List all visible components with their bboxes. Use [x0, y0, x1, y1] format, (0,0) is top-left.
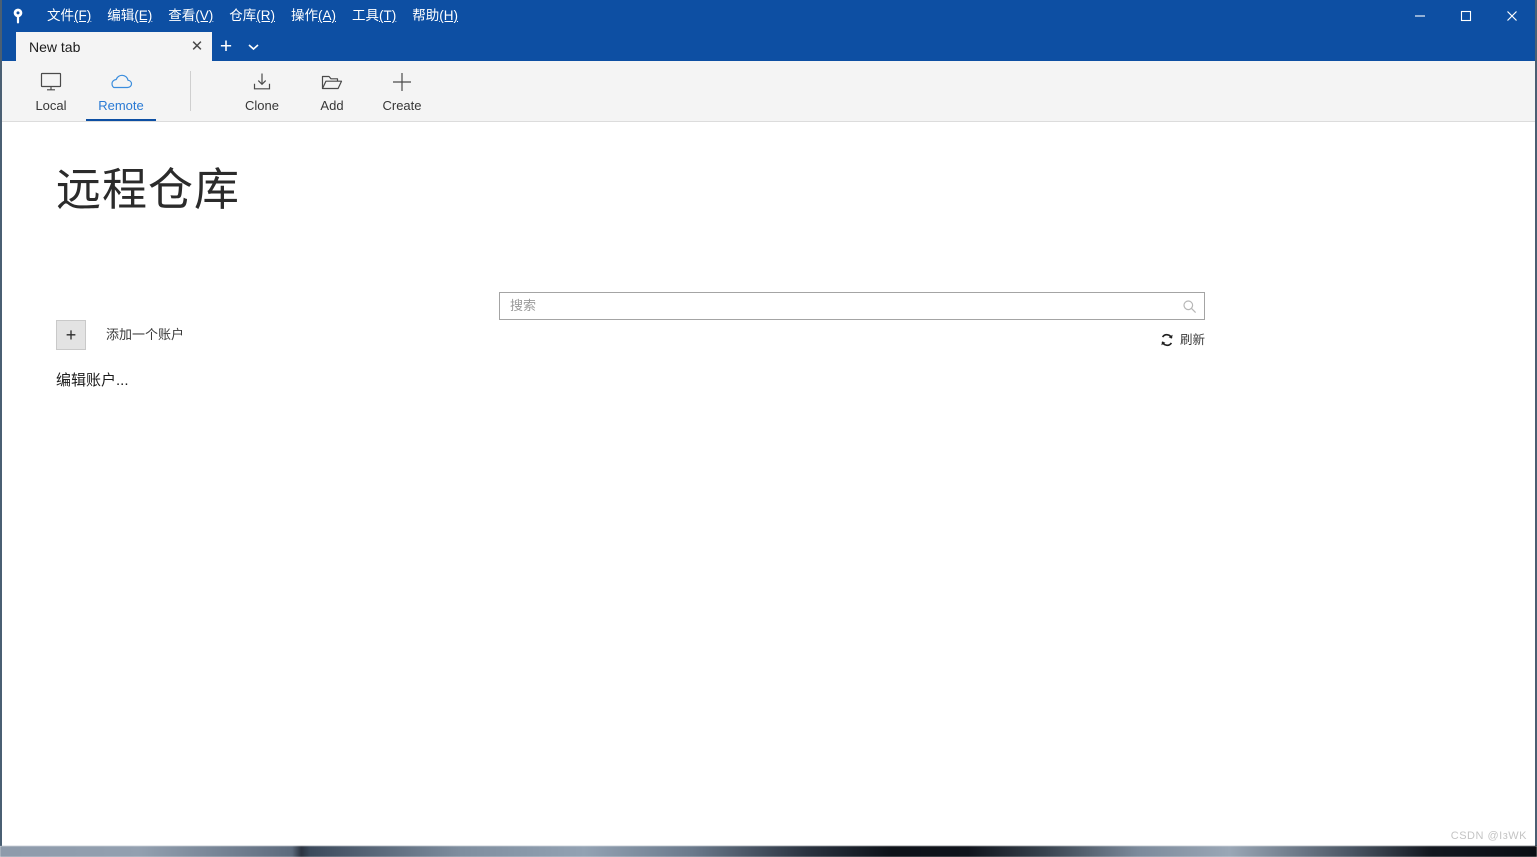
watermark: CSDN @ІзWK	[1450, 830, 1527, 842]
toolbar-label-remote: Remote	[98, 98, 144, 113]
refresh-icon	[1160, 333, 1174, 347]
toolbar-button-remote[interactable]: Remote	[86, 61, 156, 121]
menu-item-actions-accel: (A)	[318, 8, 336, 23]
menu-item-actions-label: 操作	[291, 8, 318, 23]
menu-item-edit-label: 编辑	[107, 8, 135, 23]
minimize-button[interactable]	[1397, 0, 1443, 32]
menu-item-actions[interactable]: 操作(A)	[283, 4, 344, 28]
cloud-icon	[108, 70, 134, 94]
monitor-icon	[39, 70, 63, 94]
plus-icon	[391, 70, 413, 94]
menu-item-file-label: 文件	[47, 8, 74, 23]
tab-list-chevron-down-icon[interactable]	[240, 32, 266, 61]
refresh-row: 刷新	[499, 332, 1205, 348]
download-icon	[251, 70, 273, 94]
toolbar-label-clone: Clone	[245, 98, 279, 113]
window-controls	[1397, 0, 1535, 32]
main-toolbar: Local Remote Clone Add Create	[2, 61, 1535, 122]
menu-bar: 文件(F) 编辑(E) 查看(V) 仓库(R) 操作(A) 工具(T) 帮助(H…	[39, 0, 466, 32]
toolbar-label-local: Local	[35, 98, 67, 113]
edit-accounts-link[interactable]: 编辑账户...	[56, 371, 129, 391]
maximize-button[interactable]	[1443, 0, 1489, 32]
close-button[interactable]	[1489, 0, 1535, 32]
page-title: 远程仓库	[56, 164, 241, 215]
folder-open-icon	[320, 70, 344, 94]
tab-close-icon[interactable]: ✕	[182, 32, 212, 61]
content-area: 远程仓库 + 添加一个账户 编辑账户... 搜索 刷新 CSDN @ІзWK	[2, 122, 1535, 845]
application-window: 文件(F) 编辑(E) 查看(V) 仓库(R) 操作(A) 工具(T) 帮助(H…	[0, 0, 1537, 846]
desktop-background-strip	[0, 846, 1537, 857]
toolbar-button-create[interactable]: Create	[367, 61, 437, 121]
minimize-icon	[1415, 15, 1425, 17]
menu-item-repository-accel: (R)	[256, 8, 275, 23]
menu-item-view-label: 查看	[168, 8, 196, 23]
menu-item-repository-label: 仓库	[229, 8, 257, 23]
toolbar-divider	[190, 71, 191, 111]
menu-item-help[interactable]: 帮助(H)	[404, 4, 466, 28]
tab-new-tab[interactable]: New tab ✕	[16, 32, 212, 61]
add-account-button[interactable]: +	[56, 320, 86, 350]
search-box[interactable]	[499, 292, 1205, 320]
menu-item-help-accel: (H)	[439, 8, 458, 23]
add-account-row: + 添加一个账户	[56, 320, 184, 350]
search-input[interactable]	[500, 294, 1174, 318]
search-section: 刷新	[499, 292, 1205, 348]
maximize-icon	[1460, 10, 1472, 22]
toolbar-label-add: Add	[320, 98, 344, 113]
new-tab-button[interactable]: +	[212, 32, 240, 61]
menu-item-edit[interactable]: 编辑(E)	[99, 4, 160, 28]
menu-item-tools[interactable]: 工具(T)	[344, 4, 404, 28]
menu-item-help-label: 帮助	[412, 8, 440, 23]
gitext-pin-logo-icon	[2, 0, 34, 32]
title-bar: 文件(F) 编辑(E) 查看(V) 仓库(R) 操作(A) 工具(T) 帮助(H…	[2, 0, 1535, 32]
menu-item-tools-label: 工具	[352, 8, 379, 23]
toolbar-button-local[interactable]: Local	[16, 61, 86, 121]
menu-item-file-accel: (F)	[74, 8, 92, 23]
close-icon	[1507, 11, 1517, 21]
menu-item-file[interactable]: 文件(F)	[39, 4, 99, 28]
menu-item-view-accel: (V)	[195, 8, 214, 23]
refresh-button[interactable]: 刷新	[1160, 332, 1205, 348]
menu-item-tools-accel: (T)	[379, 8, 397, 23]
menu-item-repository[interactable]: 仓库(R)	[221, 4, 283, 28]
menu-item-edit-accel: (E)	[134, 8, 153, 23]
toolbar-label-create: Create	[382, 98, 422, 113]
add-account-label[interactable]: 添加一个账户	[106, 326, 184, 344]
tab-title: New tab	[29, 38, 81, 55]
refresh-label: 刷新	[1179, 333, 1205, 347]
toolbar-button-add[interactable]: Add	[297, 61, 367, 121]
search-icon[interactable]	[1174, 293, 1204, 319]
tab-strip: New tab ✕ +	[2, 32, 1535, 61]
toolbar-button-clone[interactable]: Clone	[227, 61, 297, 121]
menu-item-view[interactable]: 查看(V)	[160, 4, 221, 28]
